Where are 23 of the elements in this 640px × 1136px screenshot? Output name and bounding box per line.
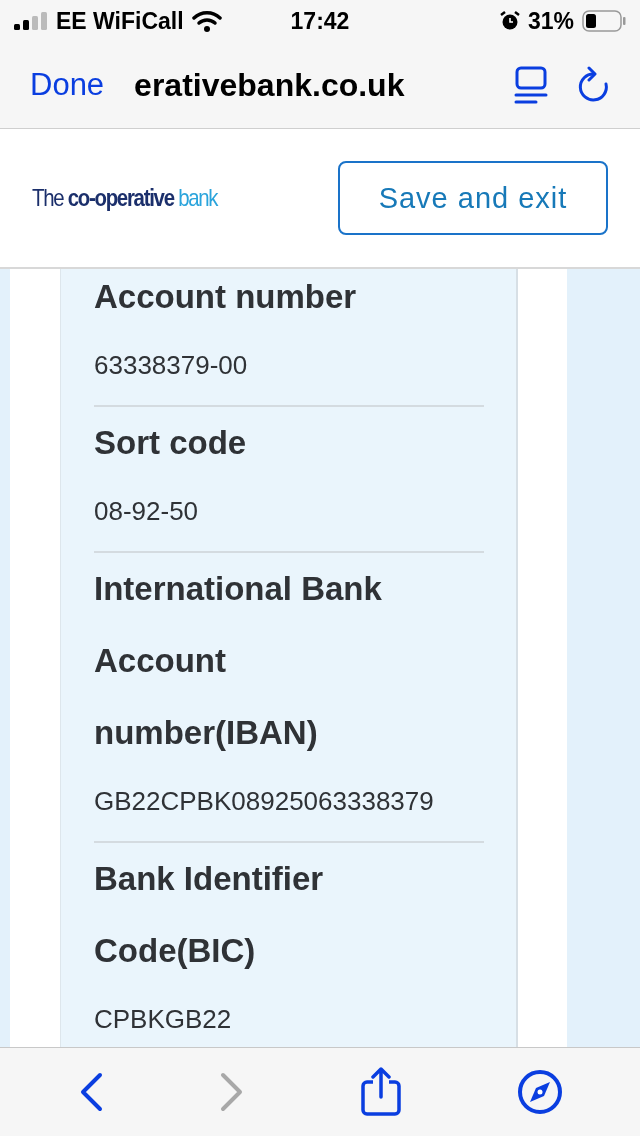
field-value: GB22CPBK08925063338379 [94, 785, 435, 818]
compass-icon[interactable] [516, 1069, 563, 1115]
field-label: Bank Identifier Code(BIC) [94, 859, 325, 971]
save-and-exit-button[interactable]: Save and exit [338, 161, 608, 235]
battery-icon [582, 10, 626, 32]
carrier-name: EE WiFiCall [56, 7, 184, 35]
battery-percent: 31% [527, 7, 574, 35]
bank-logo[interactable]: The co-operative bank [32, 184, 218, 212]
field-value: 63338379-00 [94, 349, 249, 382]
reload-icon[interactable] [578, 66, 610, 104]
wifi-icon [191, 10, 222, 32]
field-value: CPBKGB22 [94, 1003, 233, 1036]
alarm-icon [499, 11, 520, 31]
clock-time: 17:42 [290, 7, 350, 35]
url-text: erativebank.co.uk [134, 66, 405, 103]
done-button[interactable]: Done [30, 67, 105, 103]
reader-icon[interactable] [514, 66, 548, 104]
field-value: 08-92-50 [94, 495, 200, 528]
share-icon[interactable] [359, 1067, 402, 1117]
field-label: Sort code [94, 423, 248, 463]
field-label: Account number [94, 277, 358, 317]
signal-icon [14, 12, 48, 30]
field-label: International Bank Account number(IBAN) [94, 569, 383, 753]
